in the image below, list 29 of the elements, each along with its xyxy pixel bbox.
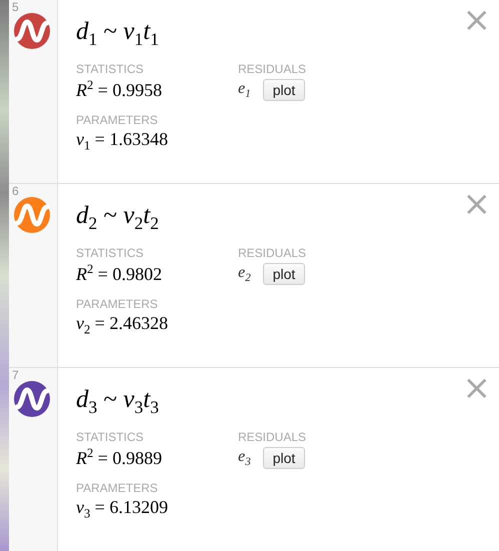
statistics-label: STATISTICS: [76, 430, 145, 444]
line-number: 5: [12, 0, 19, 14]
line-number: 7: [12, 368, 19, 382]
r-squared-value: R$^{2}$ = 0.9802: [76, 262, 163, 286]
parameters-label: PARAMETERS: [76, 113, 159, 128]
plot-button[interactable]: plot: [262, 446, 306, 469]
line-number: 6: [12, 184, 19, 198]
statistics-label: STATISTICS: [76, 246, 145, 260]
statistics-label: STATISTICS: [76, 62, 145, 76]
wave-icon[interactable]: [14, 13, 50, 49]
regression-formula[interactable]: d$_{1}$ ~ v$_{1}$t$_{1}$: [76, 18, 159, 50]
parameter-value: v$_{3}$ = 6.13209: [76, 497, 169, 522]
residuals-label: RESIDUALS: [238, 246, 308, 260]
wave-icon[interactable]: [14, 381, 50, 417]
plot-button[interactable]: plot: [262, 262, 306, 285]
residuals-label: RESIDUALS: [238, 62, 308, 76]
r-squared-value: R$^{2}$ = 0.9958: [76, 78, 163, 102]
parameter-value: v$_{1}$ = 1.63348: [76, 129, 169, 154]
residuals-label: RESIDUALS: [238, 430, 308, 444]
r-squared-value: R$^{2}$ = 0.9889: [76, 446, 163, 470]
parameters-label: PARAMETERS: [76, 481, 159, 496]
residual-variable: e$_{2}$: [238, 264, 251, 284]
residual-variable: e$_{1}$: [238, 80, 251, 100]
plot-button[interactable]: plot: [262, 78, 306, 101]
regression-formula[interactable]: d$_{3}$ ~ v$_{3}$t$_{3}$: [76, 386, 159, 418]
parameters-label: PARAMETERS: [76, 297, 159, 312]
regression-formula[interactable]: d$_{2}$ ~ v$_{2}$t$_{2}$: [76, 202, 159, 234]
residual-variable: e$_{3}$: [238, 448, 251, 468]
parameter-value: v$_{2}$ = 2.46328: [76, 313, 169, 338]
